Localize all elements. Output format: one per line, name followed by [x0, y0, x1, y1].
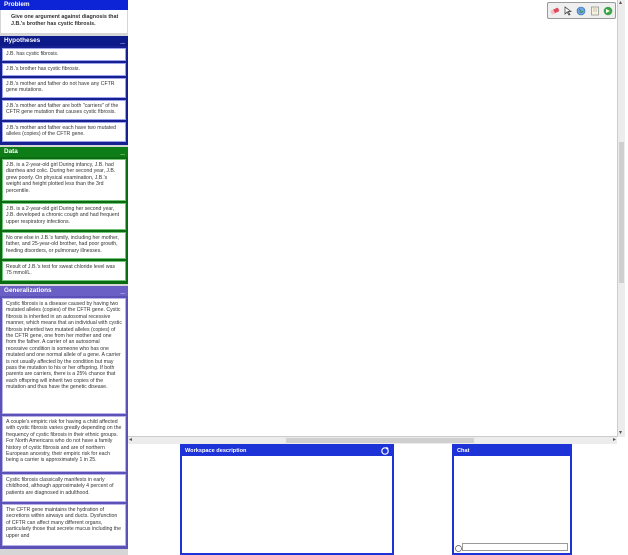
chat-messages: [454, 456, 570, 543]
refresh-icon[interactable]: [380, 446, 390, 456]
generalization-card[interactable]: Cystic fibrosis is a disease caused by h…: [2, 298, 126, 414]
hypotheses-minimize-button[interactable]: _: [121, 36, 125, 45]
hypotheses-header: Hypotheses _: [0, 36, 128, 46]
data-title: Data: [4, 148, 18, 155]
scroll-up-arrow[interactable]: ▴: [619, 0, 622, 7]
scroll-left-arrow[interactable]: ◂: [129, 437, 132, 444]
workspace-description-title: Workspace description: [185, 448, 247, 454]
scroll-down-arrow[interactable]: ▾: [619, 430, 622, 437]
sidebar: Problem Give one argument against diagno…: [0, 0, 128, 555]
chat-window: Chat: [452, 444, 572, 555]
workspace-toolbar: [547, 2, 616, 19]
scroll-right-arrow[interactable]: ▸: [613, 437, 616, 444]
eraser-icon[interactable]: [550, 6, 560, 16]
generalization-card[interactable]: The CFTR gene maintains the hydration of…: [2, 504, 126, 546]
next-arrow-icon[interactable]: [603, 6, 613, 16]
globe-icon[interactable]: [576, 6, 586, 16]
data-card[interactable]: No one else in J.B.'s family, including …: [2, 232, 126, 259]
horizontal-scroll-thumb[interactable]: [286, 438, 474, 443]
book-icon[interactable]: [590, 6, 600, 16]
hypothesis-card[interactable]: J.B.'s mother and father are both "carri…: [2, 100, 126, 120]
workspace-description-window: Workspace description: [180, 444, 394, 555]
hypothesis-card[interactable]: J.B.'s mother and father each have two m…: [2, 122, 126, 142]
hypotheses-list: J.B. has cystic fibrosis. J.B.'s brother…: [0, 46, 128, 145]
data-card[interactable]: J.B. is a 2-year-old girl During her sec…: [2, 203, 126, 230]
workspace-canvas[interactable]: [128, 0, 624, 435]
generalizations-minimize-button[interactable]: _: [121, 286, 125, 295]
generalizations-header: Generalizations _: [0, 286, 128, 296]
workspace-horizontal-scrollbar[interactable]: ◂ ▸: [128, 436, 617, 444]
data-minimize-button[interactable]: _: [121, 147, 125, 156]
problem-header: Problem: [0, 0, 128, 10]
chat-title: Chat: [457, 448, 470, 454]
chat-header: Chat: [454, 446, 570, 456]
pointer-icon[interactable]: [563, 5, 573, 16]
generalizations-title: Generalizations: [4, 287, 52, 294]
vertical-scroll-thumb[interactable]: [619, 142, 624, 283]
chat-send-icon[interactable]: [455, 545, 462, 552]
data-list: J.B. is a 2-year-old girl During infancy…: [0, 157, 128, 284]
workspace-vertical-scrollbar[interactable]: ▴ ▾: [617, 0, 625, 437]
workspace-description-body[interactable]: [182, 456, 392, 553]
hypothesis-card[interactable]: J.B.'s mother and father do not have any…: [2, 78, 126, 98]
data-card[interactable]: J.B. is a 2-year-old girl During infancy…: [2, 159, 126, 201]
hypothesis-card[interactable]: J.B.'s brother has cystic fibrosis.: [2, 63, 126, 76]
data-header: Data _: [0, 147, 128, 157]
data-card[interactable]: Result of J.B.'s test for sweat chloride…: [2, 261, 126, 281]
generalization-card[interactable]: Cystic fibrosis classically manifests in…: [2, 474, 126, 502]
chat-input[interactable]: [462, 543, 568, 551]
hypothesis-card[interactable]: J.B. has cystic fibrosis.: [2, 48, 126, 61]
hypotheses-title: Hypotheses: [4, 37, 41, 44]
problem-text: Give one argument against diagnosis that…: [1, 10, 127, 33]
generalization-card[interactable]: A couple's empiric risk for having a chi…: [2, 416, 126, 472]
generalizations-list: Cystic fibrosis is a disease caused by h…: [0, 296, 128, 549]
workspace-description-header: Workspace description: [182, 446, 392, 456]
problem-title: Problem: [4, 1, 30, 8]
